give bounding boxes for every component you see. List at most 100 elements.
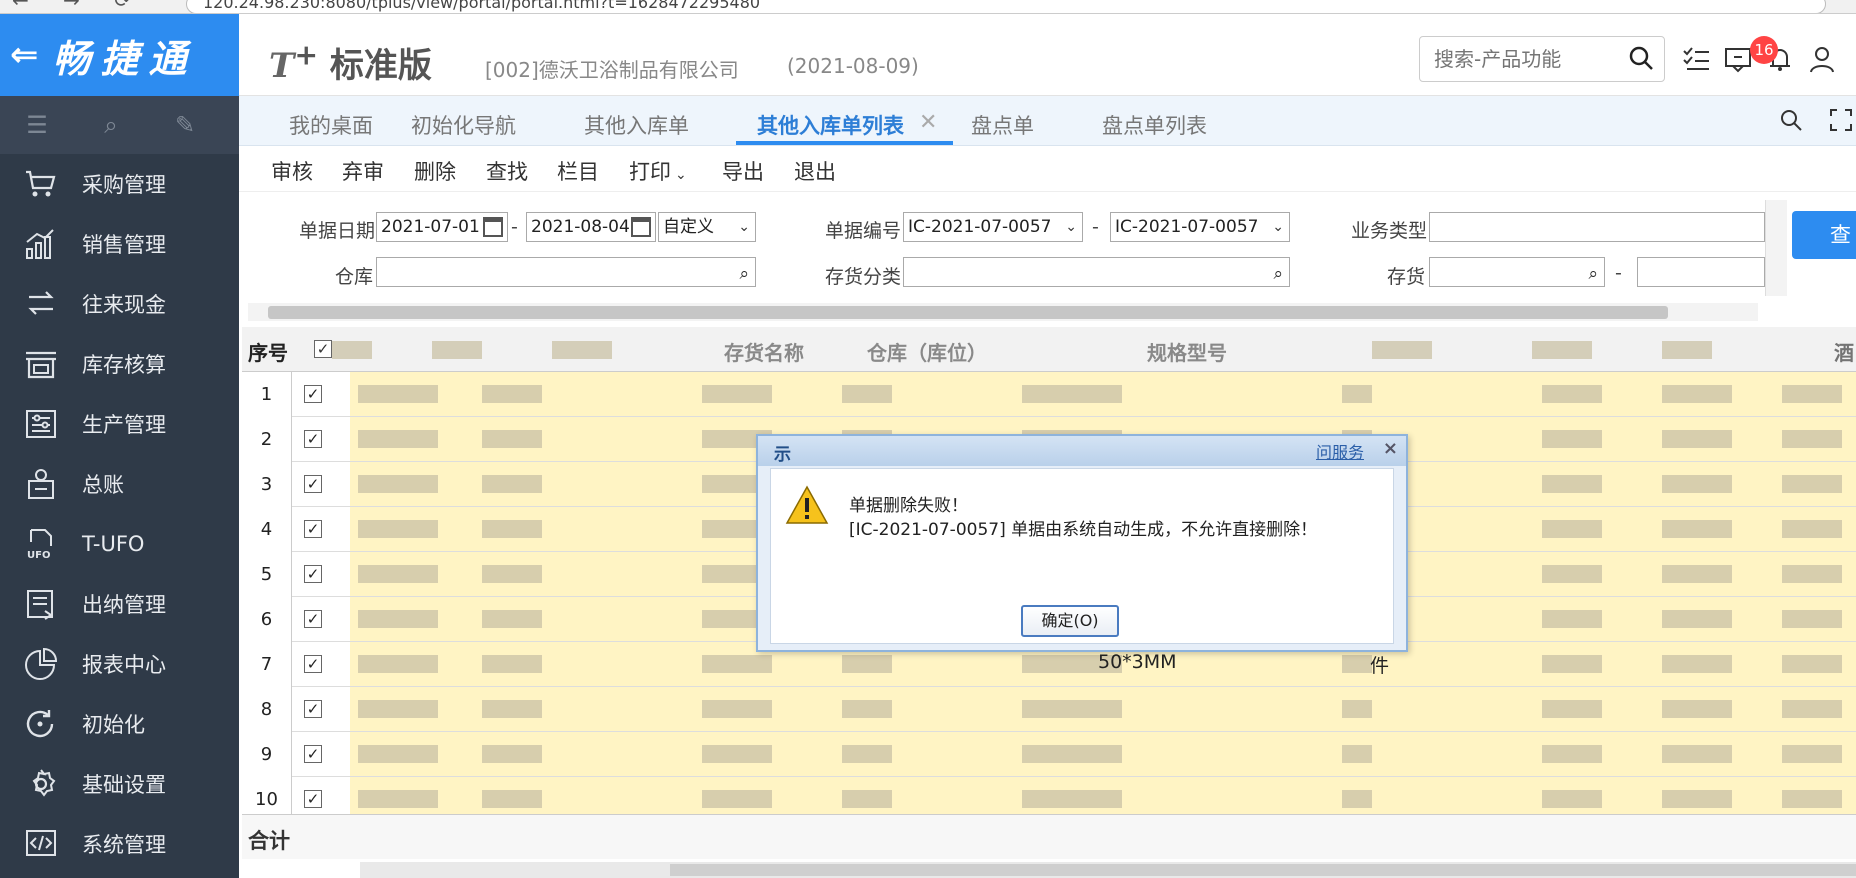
tab-my-desktop[interactable]: 我的桌面: [289, 110, 373, 140]
row-number: 6: [242, 597, 292, 642]
calendar-icon[interactable]: [483, 217, 503, 237]
row-checkbox[interactable]: ✓: [304, 520, 322, 538]
row-number: 3: [242, 462, 292, 507]
warehouse-field[interactable]: ⌕: [376, 257, 756, 287]
lookup-search-icon[interactable]: ⌕: [1273, 260, 1283, 286]
doc-no-from-select[interactable]: IC-2021-07-0057 ⌄: [903, 212, 1083, 242]
tab-other-inbound[interactable]: 其他入库单: [584, 110, 689, 140]
warehouse-icon: [22, 347, 60, 381]
row-checkbox[interactable]: ✓: [304, 430, 322, 448]
header-spec[interactable]: 规格型号: [1147, 337, 1227, 366]
product-logo: T+ 标准版: [269, 38, 432, 86]
fullscreen-icon[interactable]: [1829, 108, 1853, 137]
dialog-titlebar[interactable]: 示 问服务 ×: [758, 436, 1406, 466]
sidebar-item-3[interactable]: 库存核算: [0, 334, 239, 394]
row-checkbox[interactable]: ✓: [304, 565, 322, 583]
biz-type-field[interactable]: [1429, 212, 1765, 242]
close-icon[interactable]: ×: [1383, 438, 1398, 459]
grid-horizontal-scrollbar[interactable]: [360, 862, 1856, 878]
brand-bar[interactable]: ⇐ 畅捷通: [0, 14, 239, 96]
stock-dash: -: [1615, 262, 1622, 284]
row-checkbox[interactable]: ✓: [304, 610, 322, 628]
sidebar-item-8[interactable]: 报表中心: [0, 634, 239, 694]
url-field[interactable]: 120.24.98.230:8080/tplus/view/portal/por…: [186, 0, 1826, 13]
browser-address-bar: ← → ⟳ 120.24.98.230:8080/tplus/view/port…: [0, 0, 1856, 14]
header-item-name[interactable]: 存货名称: [724, 337, 804, 366]
pixelated-cell: [482, 745, 542, 763]
filter-vertical-scrollbar[interactable]: [1765, 200, 1787, 296]
sidebar-item-11[interactable]: 系统管理: [0, 814, 239, 874]
sidebar-item-10[interactable]: 基础设置: [0, 754, 239, 814]
tab-stocktake[interactable]: 盘点单: [971, 110, 1034, 140]
ledger-icon: [22, 467, 60, 501]
sidebar-item-0[interactable]: 采购管理: [0, 154, 239, 214]
row-checkbox[interactable]: ✓: [304, 385, 322, 403]
table-row[interactable]: 8 ✓: [242, 687, 1856, 732]
tab-init-nav[interactable]: 初始化导航: [411, 110, 516, 140]
pixelated-header: [1532, 341, 1592, 359]
lookup-search-icon[interactable]: ⌕: [739, 260, 749, 286]
exit-button[interactable]: 退出: [794, 156, 836, 186]
back-arrow-icon[interactable]: ⇐: [10, 35, 39, 75]
doc-no-to-select[interactable]: IC-2021-07-0057 ⌄: [1110, 212, 1290, 242]
tab-close-icon[interactable]: ✕: [919, 110, 937, 135]
pixelated-cell: [1662, 790, 1732, 808]
search-doc-icon[interactable]: ⌕: [74, 111, 148, 139]
row-number: 9: [242, 732, 292, 777]
select-all-checkbox[interactable]: ✓: [314, 340, 332, 358]
sidebar-item-1[interactable]: 销售管理: [0, 214, 239, 274]
cart-icon: [22, 167, 60, 201]
row-checkbox[interactable]: ✓: [304, 700, 322, 718]
function-search[interactable]: [1419, 36, 1665, 82]
delete-button[interactable]: 删除: [414, 156, 456, 186]
date-from-field[interactable]: 2021-07-01: [376, 212, 508, 242]
header-seq[interactable]: 序号: [248, 337, 288, 366]
unaudit-button[interactable]: 弃审: [342, 156, 384, 186]
scroll-thumb[interactable]: [268, 306, 1668, 319]
print-button[interactable]: 打印 ⌄: [629, 156, 687, 186]
task-list-icon[interactable]: [1681, 44, 1713, 76]
find-button[interactable]: 查找: [486, 156, 528, 186]
search-icon[interactable]: [1628, 45, 1654, 76]
browser-nav-icons[interactable]: ← → ⟳: [12, 0, 145, 12]
sidebar-item-4[interactable]: 生产管理: [0, 394, 239, 454]
header-last[interactable]: 酒: [1834, 337, 1854, 366]
row-checkbox[interactable]: ✓: [304, 655, 322, 673]
edit-doc-icon[interactable]: ✎: [148, 111, 222, 139]
scroll-thumb[interactable]: [670, 864, 1856, 876]
header-warehouse[interactable]: 仓库（库位）: [867, 337, 987, 366]
stock-to-field[interactable]: [1637, 257, 1765, 287]
export-button[interactable]: 导出: [722, 156, 764, 186]
row-checkbox[interactable]: ✓: [304, 745, 322, 763]
sidebar-item-2[interactable]: 往来现金: [0, 274, 239, 334]
calendar-icon[interactable]: [631, 217, 651, 237]
service-link[interactable]: 问服务: [1316, 439, 1364, 463]
sidebar-item-9[interactable]: 初始化: [0, 694, 239, 754]
pixelated-cell: [358, 475, 438, 493]
pixelated-cell: [702, 745, 772, 763]
sidebar-item-label: 总账: [82, 473, 124, 497]
user-icon[interactable]: [1807, 44, 1839, 76]
sidebar-item-6[interactable]: UFO T-UFO: [0, 514, 239, 574]
tab-stocktake-list[interactable]: 盘点单列表: [1102, 110, 1207, 140]
lookup-search-icon[interactable]: ⌕: [1588, 260, 1598, 286]
category-field[interactable]: ⌕: [903, 257, 1290, 287]
sidebar-item-5[interactable]: 总账: [0, 454, 239, 514]
ok-button[interactable]: 确定(O): [1021, 605, 1119, 637]
row-checkbox[interactable]: ✓: [304, 475, 322, 493]
tab-search-icon[interactable]: [1779, 108, 1803, 137]
menu-list-icon[interactable]: ☰: [0, 111, 74, 139]
filter-horizontal-scrollbar[interactable]: [248, 303, 1758, 321]
date-mode-select[interactable]: 自定义 ⌄: [658, 212, 756, 242]
sidebar-item-7[interactable]: 出纳管理: [0, 574, 239, 634]
table-row[interactable]: 9 ✓: [242, 732, 1856, 777]
table-row[interactable]: 1 ✓: [242, 372, 1856, 417]
query-button[interactable]: 查询: [1792, 211, 1856, 295]
search-input[interactable]: [1420, 37, 1610, 81]
stock-from-field[interactable]: ⌕: [1429, 257, 1605, 287]
columns-button[interactable]: 栏目: [557, 156, 599, 186]
row-checkbox[interactable]: ✓: [304, 790, 322, 808]
audit-button[interactable]: 审核: [271, 156, 313, 186]
tab-other-inbound-list[interactable]: 其他入库单列表: [757, 110, 904, 140]
date-to-field[interactable]: 2021-08-04: [526, 212, 656, 242]
